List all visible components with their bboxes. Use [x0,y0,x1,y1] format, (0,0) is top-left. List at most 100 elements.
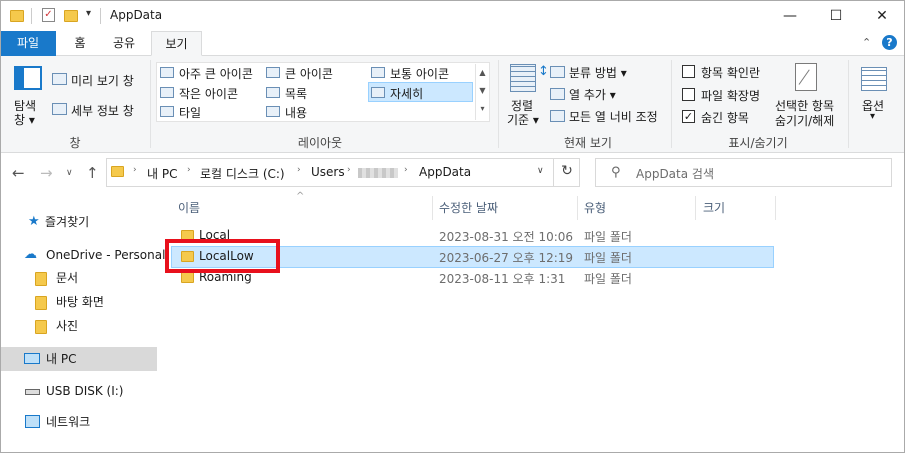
breadcrumb-separator-icon[interactable]: › [133,165,137,175]
divider[interactable] [695,196,696,220]
preview-pane-button[interactable]: 미리 보기 창 [71,72,134,89]
nav-item-this-pc[interactable]: 내 PC [0,347,157,371]
layout-small-icons[interactable]: 작은 아이콘 [179,85,238,102]
help-icon[interactable]: ? [882,35,897,50]
layout-details[interactable]: 자세히 [390,85,423,102]
minimize-button[interactable]: — [767,0,813,31]
group-label-show-hide: 표시/숨기기 [728,136,788,150]
add-columns-button[interactable]: 열 추가 ▾ [569,86,616,103]
file-modified: 2023-08-31 오전 10:06 [439,230,574,244]
forward-arrow-icon[interactable]: → [40,164,53,182]
nav-item-usb-disk[interactable]: USB DISK (I:) [0,379,157,403]
hide-selected-items-icon [795,63,817,91]
layout-gallery-scroll[interactable]: ▲ ▼ ▾ [475,64,489,120]
nav-item-label: 사진 [56,319,79,333]
size-columns-icon [550,110,565,122]
tab-view[interactable]: 보기 [151,31,202,56]
highlight-box [165,239,280,273]
ribbon-tab-bar: 파일 홈 공유 보기 ⌃ ? [0,31,905,56]
back-arrow-icon[interactable]: ← [12,164,25,182]
details-pane-button[interactable]: 세부 정보 창 [71,102,134,119]
file-modified: 2023-06-27 오후 12:19 [439,251,574,265]
customize-quick-access-icon[interactable]: ▾ [86,8,91,19]
nav-item-quick-access[interactable]: ★ 즐겨찾기 [0,210,157,234]
search-placeholder[interactable]: AppData 검색 [636,165,714,182]
nav-item-label: OneDrive - Personal [46,248,166,262]
hidden-items-checkbox[interactable]: ✓ [682,110,695,123]
nav-item-onedrive[interactable]: ☁ OneDrive - Personal [0,243,165,267]
divider [150,60,151,148]
tab-share[interactable]: 공유 [103,31,145,56]
breadcrumb-separator-icon[interactable]: › [404,165,408,175]
breadcrumb-separator-icon[interactable]: › [347,165,351,175]
recent-locations-chevron-icon[interactable]: ∨ [66,168,73,178]
layout-large-icons[interactable]: 큰 아이콘 [285,65,333,82]
redacted-username[interactable] [358,168,398,178]
navigation-pane-label[interactable]: 창 ▾ [14,111,35,128]
close-button[interactable]: ✕ [859,0,905,31]
nav-item-pictures[interactable]: 사진 [0,314,157,338]
column-header-size[interactable]: 크기 [703,199,725,216]
layout-medium-icons[interactable]: 보통 아이콘 [390,65,449,82]
properties-icon[interactable]: ✓ [42,8,55,22]
item-checkboxes-checkbox[interactable] [682,65,695,78]
divider[interactable] [775,196,776,220]
nav-item-desktop[interactable]: 바탕 화면 [0,290,157,314]
refresh-icon[interactable]: ↻ [553,158,580,187]
nav-item-label: 바탕 화면 [56,295,104,309]
column-header-type[interactable]: 유형 [584,199,606,216]
tab-home[interactable]: 홈 [60,31,100,56]
nav-item-label: USB DISK (I:) [46,384,124,398]
details-pane-icon [52,103,67,115]
divider[interactable] [432,196,433,220]
collapse-ribbon-icon[interactable]: ⌃ [862,36,871,49]
group-label-layout: 레이아웃 [297,136,343,150]
breadcrumb-appdata[interactable]: AppData [419,165,471,179]
layout-extra-large-icons[interactable]: 아주 큰 아이콘 [179,65,253,82]
up-arrow-icon[interactable]: ↑ [86,164,99,182]
navigation-pane-icon[interactable] [14,66,42,90]
sort-by-button[interactable]: 기준 ▾ [507,111,539,128]
divider [848,60,849,148]
divider[interactable] [577,196,578,220]
layout-tiles[interactable]: 타일 [179,104,201,121]
hidden-items-label: 숨긴 항목 [701,111,749,125]
preview-pane-icon [52,73,67,85]
group-by-icon [550,66,565,78]
new-folder-icon[interactable] [64,10,78,22]
layout-list[interactable]: 목록 [285,85,307,102]
search-icon: ⚲ [611,165,621,180]
nav-item-network[interactable]: 네트워크 [0,410,157,434]
folder-icon [111,166,124,177]
large-icons-icon [266,67,280,78]
folder-icon [181,272,194,283]
nav-item-label: 내 PC [46,352,77,366]
details-icon [371,87,385,98]
breadcrumb-separator-icon[interactable]: › [297,165,301,175]
file-type: 파일 폴더 [584,272,632,286]
maximize-button[interactable]: ☐ [813,0,859,31]
file-type: 파일 폴더 [584,251,632,265]
hide-selected-items-label-2[interactable]: 숨기기/해제 [775,112,834,129]
breadcrumb-separator-icon[interactable]: › [187,165,191,175]
group-by-button[interactable]: 분류 방법 ▾ [569,64,627,81]
column-header-name[interactable]: 이름 [178,199,200,216]
file-type: 파일 폴더 [584,230,632,244]
sort-by-icon [510,64,536,92]
column-header-modified[interactable]: 수정한 날짜 [439,199,498,216]
layout-content[interactable]: 내용 [285,104,307,121]
nav-item-documents[interactable]: 문서 [0,266,157,290]
address-dropdown-chevron-icon[interactable]: ∨ [537,166,544,176]
item-checkboxes-label: 항목 확인란 [701,66,761,80]
divider [671,60,672,148]
tiles-icon [160,106,174,117]
title-bar: ✓ ▾ AppData — ☐ ✕ [0,0,905,31]
breadcrumb-users[interactable]: Users [311,165,345,179]
tab-file[interactable]: 파일 [0,31,56,56]
nav-item-label: 네트워크 [46,415,91,429]
file-extensions-checkbox[interactable] [682,88,695,101]
breadcrumb-this-pc[interactable]: 내 PC [147,165,177,182]
breadcrumb-local-disk[interactable]: 로컬 디스크 (C:) [200,165,285,182]
options-chevron-icon[interactable]: ▾ [870,111,875,122]
size-all-columns-button[interactable]: 모든 열 너비 조정 [569,108,658,125]
